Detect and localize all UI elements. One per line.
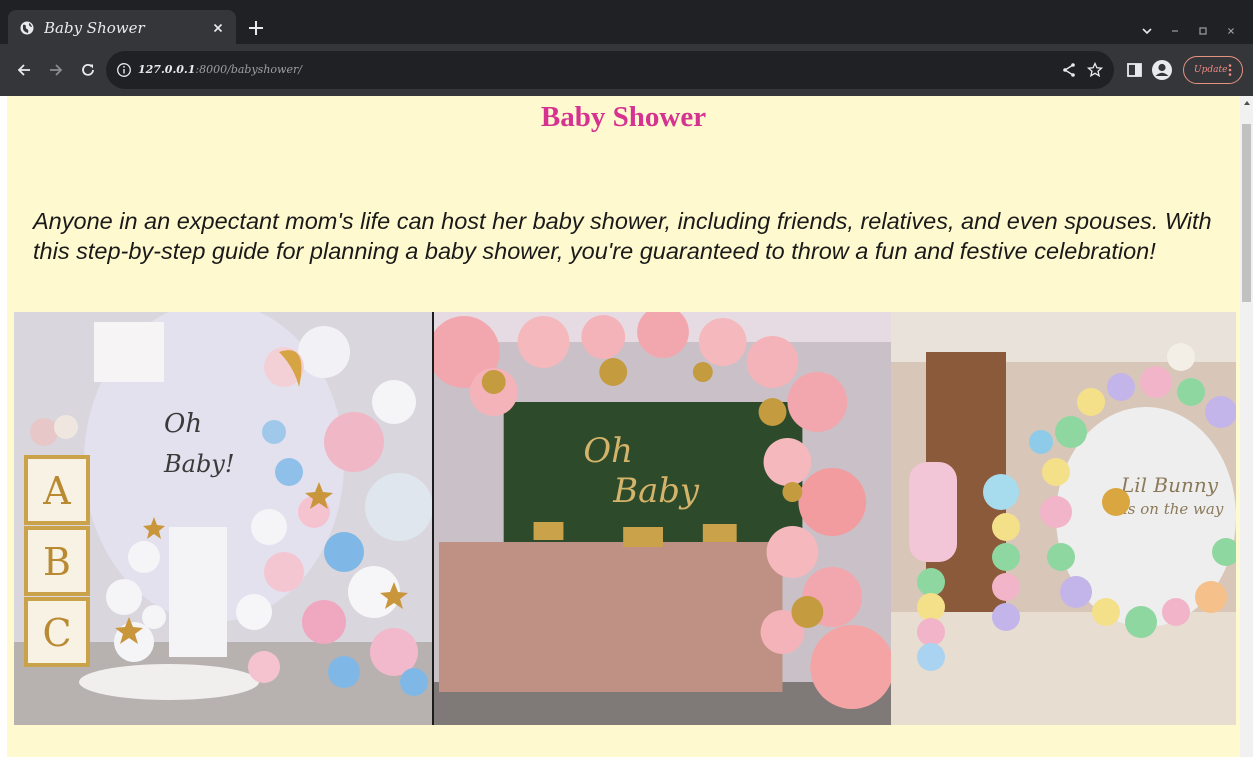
maximize-button[interactable] xyxy=(1189,20,1217,42)
minimize-button[interactable] xyxy=(1161,20,1189,42)
photo-1-letter-blocks: A B C xyxy=(24,455,90,667)
svg-text:B: B xyxy=(43,540,71,584)
browser-toolbar: 127.0.0.1:8000/babyshower/ Update xyxy=(0,44,1253,96)
scrollbar-thumb[interactable] xyxy=(1242,124,1251,302)
forward-button[interactable] xyxy=(44,58,68,82)
url-path: :8000/babyshower/ xyxy=(195,63,302,76)
decoration-gallery: Oh Baby! A B C Oh Baby Lil Bunny is on t… xyxy=(14,312,1236,725)
vertical-scrollbar[interactable] xyxy=(1240,96,1253,757)
arrow-right-icon xyxy=(50,64,63,76)
new-tab-icon[interactable] xyxy=(246,18,266,38)
reload-icon xyxy=(82,63,94,76)
reload-button[interactable] xyxy=(76,58,100,82)
url-host: 127.0.0.1 xyxy=(138,63,196,76)
page-body: Baby Shower Anyone in an expectant mom's… xyxy=(7,96,1240,757)
svg-text:C: C xyxy=(42,611,71,655)
window-controls xyxy=(1133,20,1245,42)
page-title: Baby Shower xyxy=(540,101,707,133)
share-icon[interactable] xyxy=(1060,61,1078,79)
address-bar[interactable]: 127.0.0.1:8000/babyshower/ xyxy=(106,51,1114,89)
bookmark-star-icon[interactable] xyxy=(1086,61,1104,79)
photo-1-illustration: Oh Baby! A B C xyxy=(14,312,432,725)
photo-1-sign-baby: Baby! xyxy=(163,450,235,478)
intro-paragraph: Anyone in an expectant mom's life can ho… xyxy=(33,208,1212,264)
update-button[interactable]: Update xyxy=(1183,56,1243,84)
photo-2-sign-oh: Oh xyxy=(583,431,633,470)
arrow-left-icon xyxy=(17,64,30,76)
chevron-down-icon xyxy=(1142,28,1152,35)
more-vert-icon xyxy=(1228,64,1232,76)
url-text[interactable]: 127.0.0.1:8000/babyshower/ xyxy=(138,62,302,78)
minimize-icon xyxy=(1172,30,1178,32)
photo-2-illustration: Oh Baby xyxy=(434,312,891,725)
photo-3-sign-lil-bunny: Lil Bunny xyxy=(1120,473,1219,497)
tab-title: Baby Shower xyxy=(44,19,145,37)
page-viewport: Baby Shower Anyone in an expectant mom's… xyxy=(0,96,1253,757)
globe-icon xyxy=(20,21,34,35)
photo-2-sign-baby: Baby xyxy=(612,471,700,510)
update-label: Update xyxy=(1194,65,1228,75)
gallery-photo-oh-baby-balloons: Oh Baby! A B C xyxy=(14,312,432,725)
info-icon[interactable] xyxy=(116,62,132,78)
photo-3-illustration: Lil Bunny is on the way xyxy=(891,312,1236,725)
svg-text:A: A xyxy=(42,469,71,513)
photo-1-sign-oh: Oh xyxy=(164,409,202,439)
side-panel-icon[interactable] xyxy=(1124,59,1146,81)
profile-avatar-icon[interactable] xyxy=(1151,59,1173,81)
browser-chrome: Baby Shower 127.0.0.1:8000/babyshower/ U… xyxy=(0,0,1253,96)
gallery-photo-oh-baby-table: Oh Baby xyxy=(432,312,891,725)
scroll-up-arrow-icon[interactable] xyxy=(1243,99,1251,107)
tab-strip: Baby Shower xyxy=(8,8,1253,46)
close-window-button[interactable] xyxy=(1217,20,1245,42)
close-tab-icon[interactable] xyxy=(210,20,226,36)
back-button[interactable] xyxy=(12,58,36,82)
close-icon xyxy=(1228,28,1234,34)
gallery-photo-lil-bunny: Lil Bunny is on the way xyxy=(891,312,1236,725)
maximize-icon xyxy=(1199,27,1207,35)
photo-3-sign-on-the-way: is on the way xyxy=(1123,500,1224,518)
tab-baby-shower[interactable]: Baby Shower xyxy=(8,10,236,46)
tab-search-button[interactable] xyxy=(1133,20,1161,42)
